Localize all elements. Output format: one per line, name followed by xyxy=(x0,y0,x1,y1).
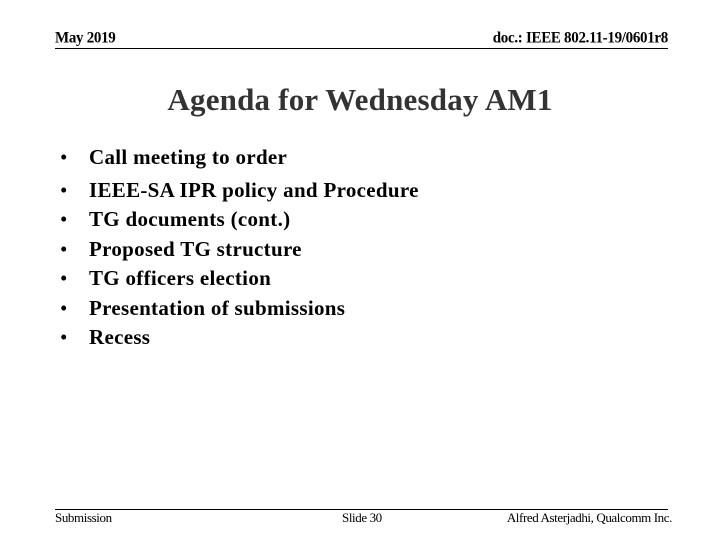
agenda-item-text: TG documents (cont.) xyxy=(89,207,291,231)
footer-author: Alfred Asterjadhi, Qualcomm Inc. xyxy=(506,510,673,525)
bullet-icon: • xyxy=(60,207,68,231)
agenda-item: • IEEE-SA IPR policy and Procedure xyxy=(60,176,419,206)
agenda-item-text: TG officers election xyxy=(89,266,272,290)
bullet-icon: • xyxy=(60,236,68,261)
agenda-item-text: Recess xyxy=(89,325,151,349)
bullet-icon: • xyxy=(60,266,68,290)
agenda-item-text: Proposed TG structure xyxy=(89,236,302,261)
agenda-item: • Call meeting to order xyxy=(60,143,419,173)
bullet-icon: • xyxy=(60,145,68,169)
bullet-icon: • xyxy=(60,295,68,320)
agenda-item: • Proposed TG structure xyxy=(60,235,419,265)
footer-slide-number: Slide 30 xyxy=(342,510,382,525)
agenda-item: • Recess xyxy=(60,323,419,353)
agenda-item-text: IEEE-SA IPR policy and Procedure xyxy=(89,177,419,202)
agenda-item: • TG documents (cont.) xyxy=(60,205,419,235)
agenda-item: • TG officers election xyxy=(60,264,419,294)
agenda-list: • Call meeting to order • IEEE-SA IPR poli… xyxy=(60,143,419,353)
agenda-item: • Presentation of submissions xyxy=(60,294,419,324)
slide-title: Agenda for Wednesday AM1 xyxy=(167,82,553,117)
header-divider xyxy=(55,48,668,49)
footer-submission: Submission xyxy=(55,510,112,525)
agenda-item-text: Call meeting to order xyxy=(89,145,288,169)
bullet-icon: • xyxy=(60,325,68,349)
bullet-icon: • xyxy=(60,177,68,202)
header-doc-id: doc.: IEEE 802.11-19/0601r8 xyxy=(492,29,669,47)
header-date: May 2019 xyxy=(55,29,116,47)
agenda-item-text: Presentation of submissions xyxy=(89,295,346,320)
